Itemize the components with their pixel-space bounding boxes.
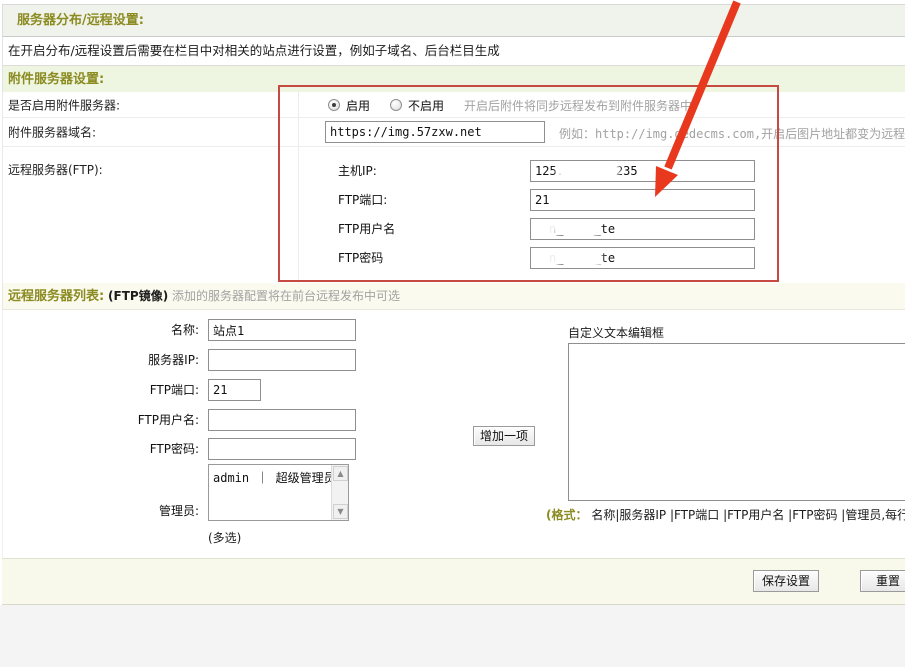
redaction-smudge	[623, 218, 649, 240]
radio-enable-on-icon[interactable]	[328, 99, 340, 111]
ftp-label: 远程服务器(FTP):	[8, 161, 103, 178]
add-item-button[interactable]: 增加一项	[473, 426, 535, 446]
info-bar: 在开启分布/远程设置后需要在栏目中对相关的站点进行设置，例如子域名、后台栏目生成	[2, 37, 905, 66]
list-section-header: 远程服务器列表: (FTP镜像) 添加的服务器配置将在前台远程发布中可选	[2, 283, 905, 310]
port-label: FTP端口:	[3, 379, 199, 401]
save-settings-button[interactable]: 保存设置	[753, 570, 819, 592]
ftp-user-input[interactable]: n__te	[530, 218, 755, 240]
scroll-up-icon[interactable]: ▲	[333, 466, 348, 481]
redaction-smudge	[623, 247, 649, 269]
page-title: 服务器分布/远程设置:	[17, 13, 144, 28]
host-ip-suffix: 235	[616, 164, 638, 178]
user-label: FTP用户名:	[3, 409, 199, 431]
enable-label-cell: 是否启用附件服务器:	[3, 92, 299, 117]
name-input[interactable]	[208, 319, 356, 341]
host-ip-input[interactable]: 125.235	[530, 160, 755, 182]
enable-label: 是否启用附件服务器:	[8, 96, 120, 113]
reset-button[interactable]: 重置	[860, 570, 905, 592]
custom-editor-label: 自定义文本编辑框	[568, 324, 664, 341]
format-hint: (格式： 名称|服务器IP |FTP端口 |FTP用户名 |FTP密码 |管理员…	[546, 506, 905, 523]
domain-label: 附件服务器域名:	[8, 124, 96, 141]
user-input[interactable]	[208, 409, 356, 431]
ftp-row: 远程服务器(FTP): 主机IP: 125.235 FTP端口: FTP用户名 …	[2, 147, 905, 283]
attachment-section-title: 附件服务器设置:	[8, 72, 104, 87]
redaction-smudge	[569, 247, 599, 269]
name-label: 名称:	[3, 319, 199, 341]
ftp-pass-label: FTP密码	[338, 247, 498, 269]
multi-select-hint: (多选)	[208, 529, 241, 546]
domain-hint: 例如：http://img.dedecms.com,开启后图片地址都变为远程地址	[559, 125, 905, 142]
host-ip-label: 主机IP:	[338, 160, 498, 182]
enable-attachment-row: 是否启用附件服务器: 启用 不启用 开启后附件将同步远程发布到附件服务器中	[2, 92, 905, 118]
format-hint-text: 名称|服务器IP |FTP端口 |FTP用户名 |FTP密码 |管理员,每行	[588, 508, 905, 522]
radio-enable-off-label[interactable]: 不启用	[408, 97, 444, 114]
page-title-bar: 服务器分布/远程设置:	[2, 4, 905, 37]
radio-enable-off-icon[interactable]	[390, 99, 402, 111]
redaction-smudge	[530, 218, 555, 240]
attachment-section-header: 附件服务器设置:	[2, 66, 905, 92]
admin-select-scrollbar[interactable]: ▲ ▼	[331, 465, 348, 520]
port-input[interactable]	[208, 379, 261, 401]
pass-input[interactable]	[208, 438, 356, 460]
domain-label-cell: 附件服务器域名:	[3, 118, 299, 146]
domain-input[interactable]	[325, 121, 545, 143]
list-section-title: 远程服务器列表:	[8, 289, 104, 304]
enable-radio-group: 启用 不启用 开启后附件将同步远程发布到附件服务器中	[328, 92, 692, 118]
list-section-mirror: (FTP镜像)	[108, 289, 168, 303]
radio-enable-on-label[interactable]: 启用	[346, 97, 370, 114]
scroll-down-icon[interactable]: ▼	[333, 504, 348, 519]
ftp-label-cell: 远程服务器(FTP):	[3, 147, 299, 283]
admin-option[interactable]: admin ｜ 超级管理员	[213, 469, 336, 486]
format-hint-prefix: (格式：	[546, 508, 588, 522]
admin-settings-page: { "header": { "title": "服务器分布/远程设置:", "i…	[0, 0, 905, 667]
ftp-port-label: FTP端口:	[338, 189, 498, 211]
domain-row: 附件服务器域名: 例如：http://img.dedecms.com,开启后图片…	[2, 118, 905, 147]
list-section-hint: 添加的服务器配置将在前台远程发布中可选	[172, 289, 400, 303]
redaction-smudge	[559, 160, 617, 182]
admin-label: 管理员:	[3, 500, 199, 522]
list-form-area: 名称: 服务器IP: FTP端口: FTP用户名: FTP密码: 管理员: ad…	[2, 310, 905, 558]
server-ip-input[interactable]	[208, 349, 356, 371]
page-background-filler	[0, 605, 905, 667]
ftp-pass-input[interactable]: n__te	[530, 247, 755, 269]
server-ip-label: 服务器IP:	[3, 349, 199, 371]
info-text: 在开启分布/远程设置后需要在栏目中对相关的站点进行设置，例如子域名、后台栏目生成	[8, 43, 500, 58]
enable-hint: 开启后附件将同步远程发布到附件服务器中	[464, 97, 692, 114]
pass-label: FTP密码:	[3, 438, 199, 460]
ftp-port-input[interactable]	[530, 189, 755, 211]
footer-bar: 保存设置 重置	[2, 558, 905, 605]
custom-editor-textarea[interactable]	[568, 343, 905, 501]
redaction-smudge	[530, 247, 557, 269]
ftp-user-label: FTP用户名	[338, 218, 498, 240]
admin-multiselect[interactable]: admin ｜ 超级管理员 ▲ ▼	[208, 464, 349, 521]
